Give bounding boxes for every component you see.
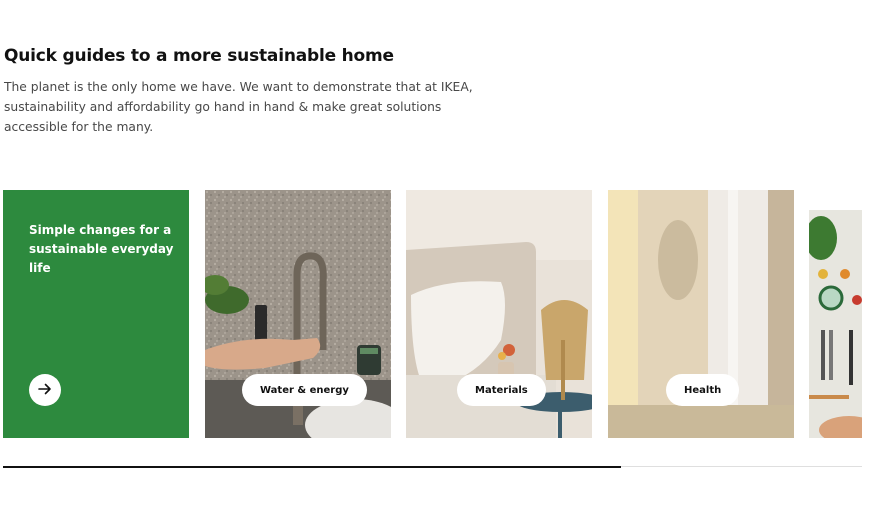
guide-card-water-energy[interactable]: Water & energy xyxy=(205,190,391,438)
guide-card-label[interactable]: Health xyxy=(666,374,740,406)
promo-arrow-button[interactable] xyxy=(29,374,61,406)
promo-card[interactable]: Simple changes for a sustainable everyda… xyxy=(3,190,189,438)
carousel-scrollbar[interactable] xyxy=(3,465,862,468)
guide-card-partial[interactable] xyxy=(809,190,862,438)
section-intro: The planet is the only home we have. We … xyxy=(4,80,473,134)
guide-card-materials[interactable]: Materials xyxy=(406,190,592,438)
arrow-right-icon xyxy=(38,381,52,400)
kitchen-photo xyxy=(809,190,862,438)
guide-card-health[interactable]: Health xyxy=(608,190,794,438)
promo-card-text: Simple changes for a sustainable everyda… xyxy=(29,223,174,275)
guides-carousel[interactable]: Simple changes for a sustainable everyda… xyxy=(3,190,862,438)
guide-card-label[interactable]: Materials xyxy=(457,374,546,406)
guide-card-label[interactable]: Water & energy xyxy=(242,374,367,406)
section-title: Quick guides to a more sustainable home xyxy=(4,46,394,66)
scrollbar-thumb[interactable] xyxy=(3,465,622,468)
